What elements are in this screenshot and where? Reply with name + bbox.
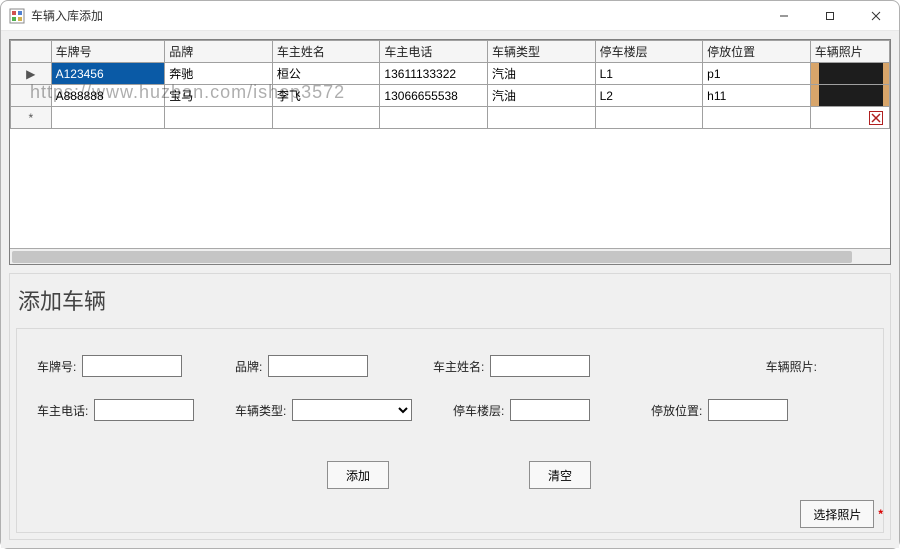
- input-owner[interactable]: [490, 355, 590, 377]
- label-floor: 停车楼层:: [453, 402, 504, 419]
- col-floor[interactable]: 停车楼层: [595, 41, 703, 63]
- choose-photo-button[interactable]: 选择照片: [800, 500, 874, 528]
- label-photo: 车辆照片:: [766, 358, 817, 375]
- input-slot[interactable]: [708, 399, 788, 421]
- minimize-button[interactable]: [761, 1, 807, 31]
- table-cell[interactable]: [595, 107, 703, 129]
- table-cell[interactable]: 宝马: [165, 85, 273, 107]
- table-cell[interactable]: 13611133322: [380, 63, 488, 85]
- table-cell[interactable]: 桓公: [272, 63, 380, 85]
- titlebar: 车辆入库添加: [1, 1, 899, 31]
- table-row[interactable]: ▶A123456奔驰桓公13611133322汽油L1p1: [11, 63, 890, 85]
- maximize-button[interactable]: [807, 1, 853, 31]
- input-phone[interactable]: [94, 399, 194, 421]
- clear-button[interactable]: 清空: [529, 461, 591, 489]
- photo-cell[interactable]: [810, 85, 889, 107]
- col-phone[interactable]: 车主电话: [380, 41, 488, 63]
- col-owner[interactable]: 车主姓名: [272, 41, 380, 63]
- label-type: 车辆类型:: [235, 402, 286, 419]
- table-cell[interactable]: 李飞: [272, 85, 380, 107]
- table-cell[interactable]: 汽油: [488, 85, 596, 107]
- table-cell[interactable]: [272, 107, 380, 129]
- scrollbar-thumb[interactable]: [12, 251, 852, 263]
- window-buttons: [761, 1, 899, 31]
- col-plate[interactable]: 车牌号: [51, 41, 165, 63]
- form-inner: 车牌号: 品牌: 车主姓名: 车辆照片:: [16, 328, 884, 533]
- client-area: https://www.huzhan.com/ishop3572 车牌号 品牌: [1, 31, 899, 548]
- photo-cell[interactable]: [810, 107, 889, 129]
- grid-corner[interactable]: [11, 41, 52, 63]
- select-type[interactable]: [292, 399, 412, 421]
- add-vehicle-panel: 添加车辆 车牌号: 品牌: 车主姓名:: [9, 273, 891, 540]
- grid-horizontal-scrollbar[interactable]: [10, 248, 890, 264]
- app-window: 车辆入库添加 https://www.huzhan.com/ishop3572: [0, 0, 900, 549]
- table-cell[interactable]: h11: [703, 85, 811, 107]
- table-cell[interactable]: [488, 107, 596, 129]
- table-cell[interactable]: L1: [595, 63, 703, 85]
- grid-header-row: 车牌号 品牌 车主姓名 车主电话 车辆类型 停车楼层 停放位置 车辆照片: [11, 41, 890, 63]
- table-cell[interactable]: [380, 107, 488, 129]
- input-floor[interactable]: [510, 399, 590, 421]
- row-header[interactable]: *: [11, 107, 52, 129]
- input-brand[interactable]: [268, 355, 368, 377]
- form-title: 添加车辆: [10, 274, 890, 322]
- window-title: 车辆入库添加: [31, 7, 761, 24]
- table-cell[interactable]: 奔驰: [165, 63, 273, 85]
- app-icon: [9, 8, 25, 24]
- label-slot: 停放位置:: [651, 402, 702, 419]
- table-cell[interactable]: L2: [595, 85, 703, 107]
- close-button[interactable]: [853, 1, 899, 31]
- broken-image-icon: [811, 107, 889, 128]
- table-cell[interactable]: 13066655538: [380, 85, 488, 107]
- table-cell[interactable]: p1: [703, 63, 811, 85]
- table-row[interactable]: A888888宝马李飞13066655538汽油L2h11: [11, 85, 890, 107]
- col-slot[interactable]: 停放位置: [703, 41, 811, 63]
- table-cell[interactable]: A888888: [51, 85, 165, 107]
- input-plate[interactable]: [82, 355, 182, 377]
- table-cell[interactable]: 汽油: [488, 63, 596, 85]
- photo-thumbnail: [811, 85, 889, 106]
- table-cell[interactable]: [703, 107, 811, 129]
- photo-cell[interactable]: [810, 63, 889, 85]
- label-owner: 车主姓名:: [433, 358, 484, 375]
- table-cell[interactable]: [165, 107, 273, 129]
- vehicle-grid[interactable]: 车牌号 品牌 车主姓名 车主电话 车辆类型 停车楼层 停放位置 车辆照片 ▶A1…: [9, 39, 891, 265]
- col-photo[interactable]: 车辆照片: [810, 41, 889, 63]
- row-header[interactable]: [11, 85, 52, 107]
- col-brand[interactable]: 品牌: [165, 41, 273, 63]
- table-cell[interactable]: [51, 107, 165, 129]
- photo-thumbnail: [811, 63, 889, 84]
- add-button[interactable]: 添加: [327, 461, 389, 489]
- required-star: *: [878, 507, 883, 521]
- row-header[interactable]: ▶: [11, 63, 52, 85]
- label-brand: 品牌:: [235, 358, 262, 375]
- label-plate: 车牌号:: [37, 358, 76, 375]
- table-cell[interactable]: A123456: [51, 63, 165, 85]
- label-phone: 车主电话:: [37, 402, 88, 419]
- col-type[interactable]: 车辆类型: [488, 41, 596, 63]
- table-row[interactable]: *: [11, 107, 890, 129]
